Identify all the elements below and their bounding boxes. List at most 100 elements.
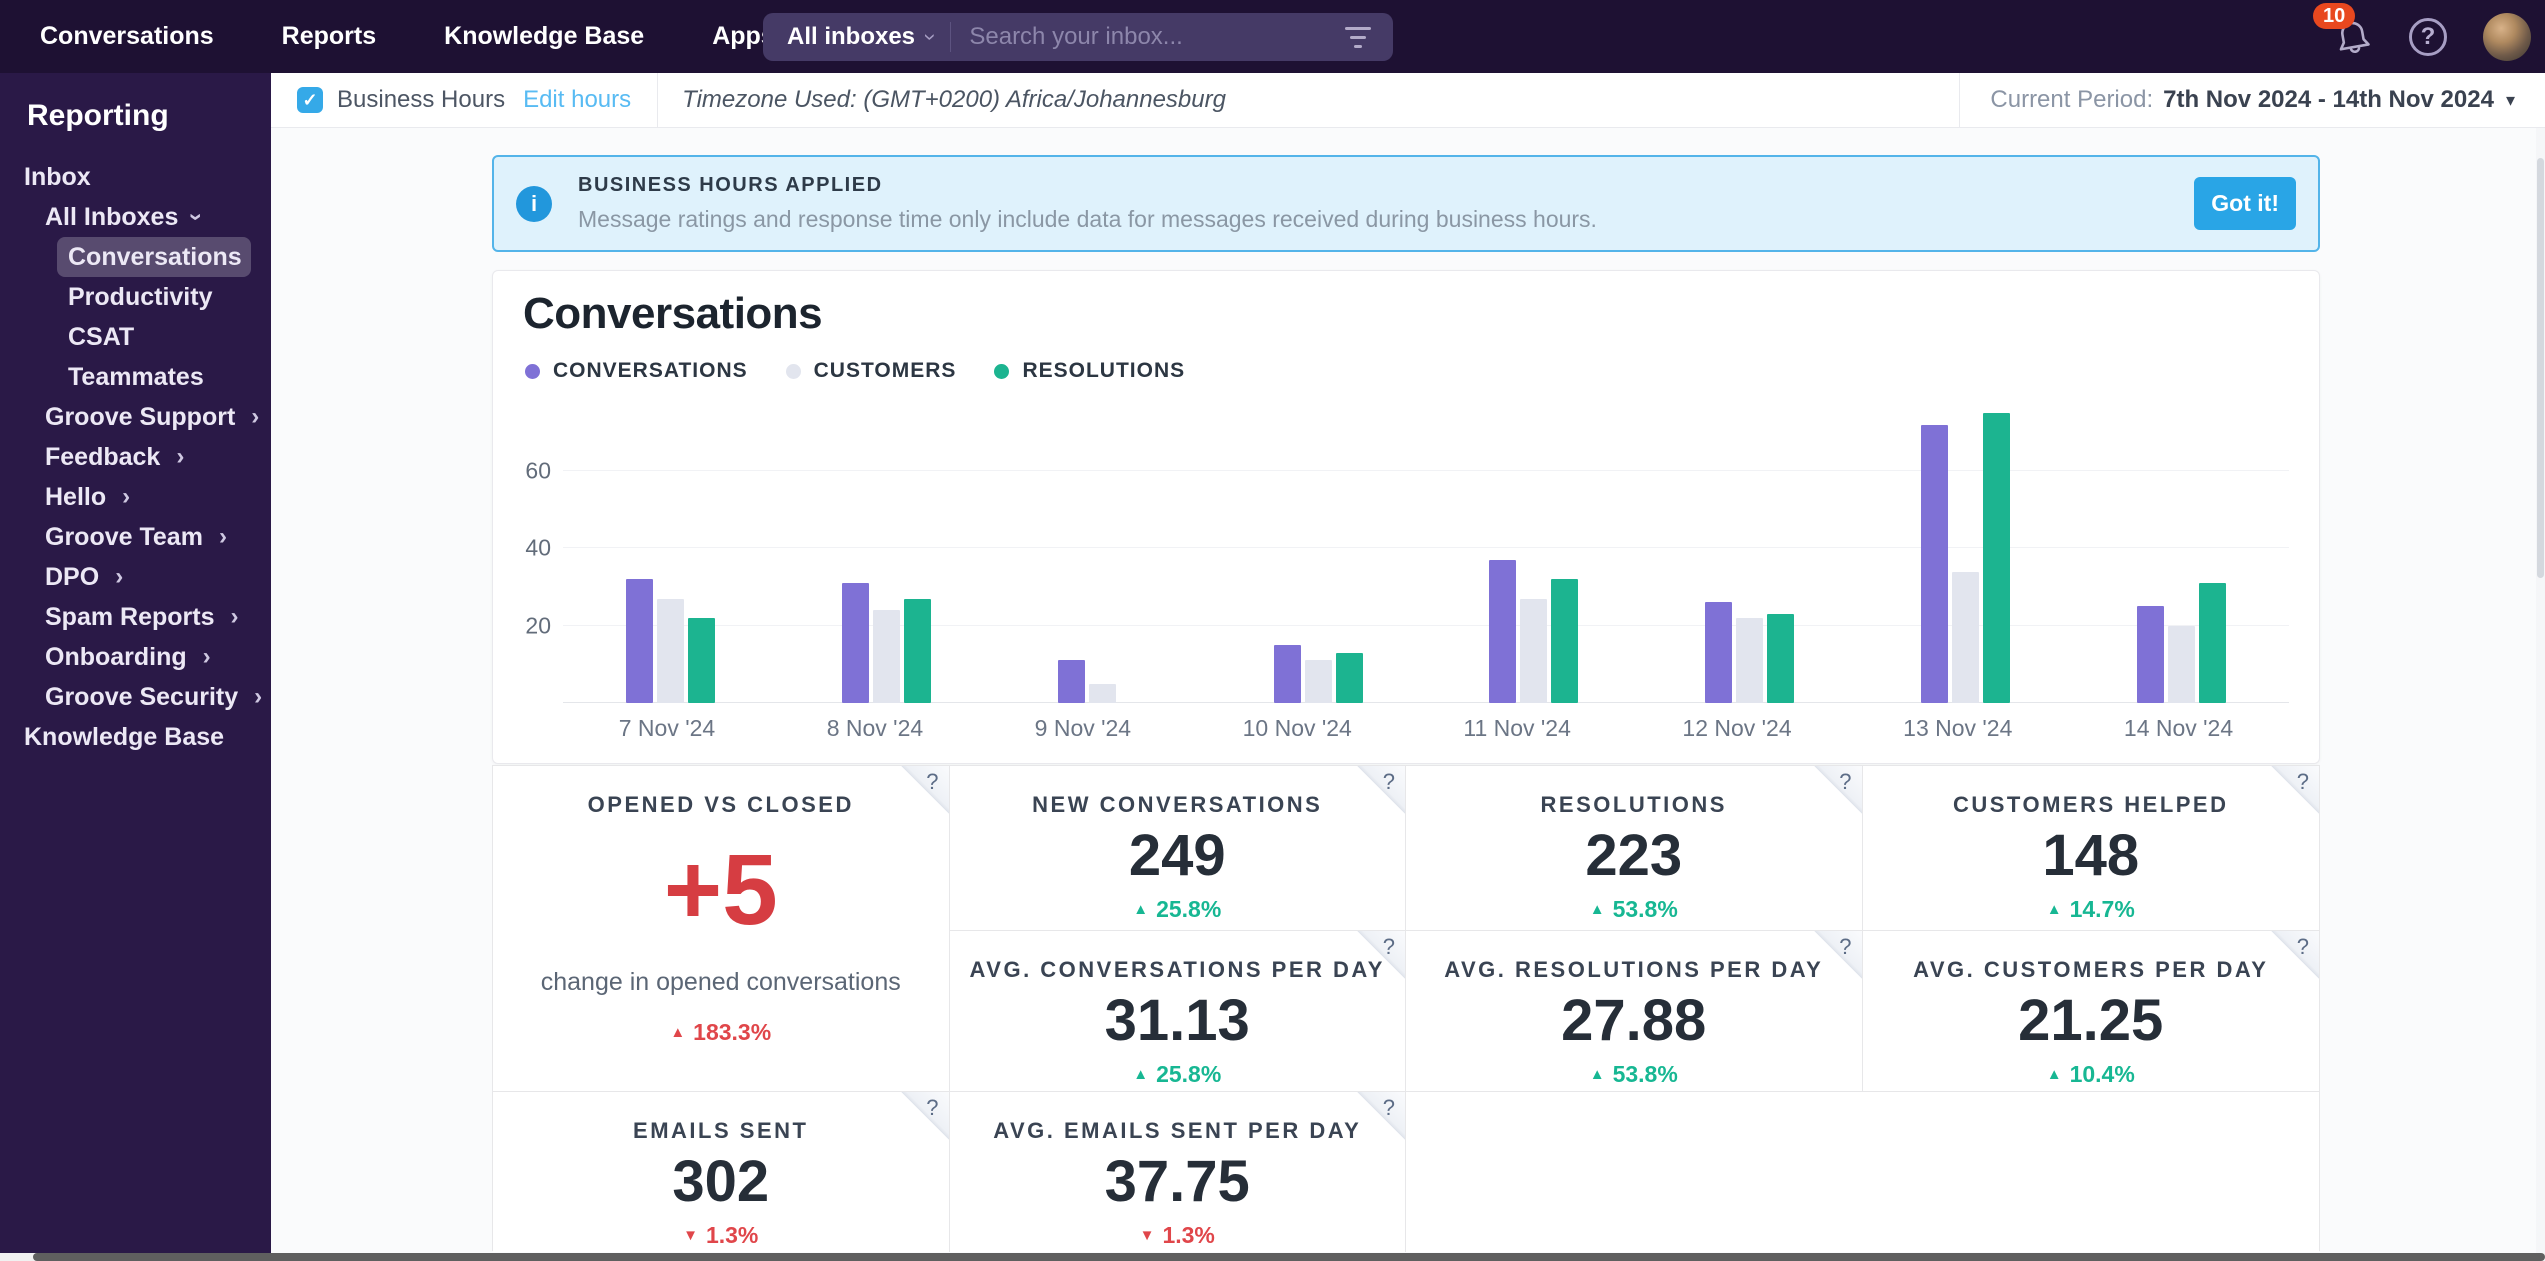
chevron-right-icon: › <box>176 437 184 477</box>
sidebar-item-spam-reports[interactable]: Spam Reports› <box>0 597 271 637</box>
avatar[interactable] <box>2483 13 2531 61</box>
vertical-scrollbar-track[interactable] <box>2536 128 2545 1253</box>
legend-dot <box>786 364 801 379</box>
sidebar-item-label: Knowledge Base <box>24 717 224 757</box>
business-hours-banner: i BUSINESS HOURS APPLIED Message ratings… <box>492 155 2320 252</box>
legend-item-resolutions[interactable]: RESOLUTIONS <box>994 359 1185 383</box>
divider <box>657 73 658 128</box>
period-label: Current Period: <box>1990 86 2153 114</box>
sidebar-item-label: Conversations <box>68 237 242 277</box>
bar-group-11-nov-24 <box>1489 411 1578 703</box>
help-icon[interactable]: ? <box>1357 766 1405 814</box>
help-icon[interactable]: ? <box>1814 766 1862 814</box>
bar-resolutions <box>2199 583 2226 703</box>
sidebar-item-groove-security[interactable]: Groove Security› <box>0 677 271 717</box>
notifications-button[interactable]: 10 <box>2333 17 2373 57</box>
help-icon[interactable]: ? <box>901 766 949 814</box>
stat-change: ▲25.8% <box>1133 1061 1221 1088</box>
stat-caption: change in opened conversations <box>541 968 901 997</box>
trend-arrow-icon: ▲ <box>1590 1066 1605 1083</box>
sidebar-item-label: Groove Support <box>45 397 235 437</box>
nav-item-reports[interactable]: Reports <box>282 22 376 51</box>
bar-conversations <box>1058 660 1085 703</box>
sidebar-item-csat[interactable]: CSAT <box>0 317 271 357</box>
help-icon[interactable]: ? <box>1357 1092 1405 1140</box>
bar-group-12-nov-24 <box>1705 411 1794 703</box>
period-selector[interactable]: Current Period: 7th Nov 2024 - 14th Nov … <box>1959 73 2545 128</box>
sidebar-item-dpo[interactable]: DPO› <box>0 557 271 597</box>
inbox-scope-selector[interactable]: All inboxes › <box>763 23 950 51</box>
bar-resolutions <box>1336 653 1363 703</box>
sidebar-item-label: Inbox <box>24 157 91 197</box>
bar-group-10-nov-24 <box>1274 411 1363 703</box>
business-hours-checkbox[interactable]: ✓ <box>297 87 323 113</box>
stat-change: ▲53.8% <box>1590 896 1678 923</box>
horizontal-scrollbar-track[interactable] <box>0 1253 2545 1261</box>
bar-chart-plot: 204060 <box>563 411 2289 703</box>
horizontal-scrollbar-thumb[interactable] <box>33 1253 2545 1261</box>
nav-item-knowledge-base[interactable]: Knowledge Base <box>444 22 644 51</box>
sidebar-item-groove-support[interactable]: Groove Support› <box>0 397 271 437</box>
chart-title: Conversations <box>523 289 822 339</box>
bar-conversations <box>626 579 653 703</box>
bar-customers <box>1089 684 1116 703</box>
empty-grid-cell <box>1406 1092 1863 1252</box>
bar-group-9-nov-24 <box>1058 411 1147 703</box>
got-it-button[interactable]: Got it! <box>2194 177 2296 230</box>
search-input[interactable] <box>951 22 1345 52</box>
legend-dot <box>525 364 540 379</box>
x-axis-label: 13 Nov '24 <box>1903 715 2012 742</box>
sidebar-item-conversations[interactable]: Conversations <box>57 237 251 277</box>
trend-arrow-icon: ▲ <box>2047 901 2062 918</box>
sidebar-item-label: All Inboxes <box>45 197 178 237</box>
report-settings-bar: ✓ Business Hours Edit hours Timezone Use… <box>271 73 2545 128</box>
sidebar-item-label: Groove Team <box>45 517 203 557</box>
bar-resolutions <box>688 618 715 703</box>
banner-text: BUSINESS HOURS APPLIED Message ratings a… <box>578 174 1597 233</box>
trend-arrow-icon: ▲ <box>670 1024 685 1041</box>
sidebar-item-hello[interactable]: Hello› <box>0 477 271 517</box>
sidebar-item-all-inboxes[interactable]: All Inboxes› <box>0 197 271 237</box>
sidebar-item-inbox[interactable]: Inbox <box>0 157 271 197</box>
banner-body: Message ratings and response time only i… <box>578 206 1597 233</box>
sidebar-item-onboarding[interactable]: Onboarding› <box>0 637 271 677</box>
x-axis-label: 8 Nov '24 <box>827 715 923 742</box>
bar-resolutions <box>1983 413 2010 703</box>
stat-change: ▲183.3% <box>670 1019 771 1046</box>
filter-icon[interactable] <box>1345 27 1371 48</box>
reporting-sidebar: Reporting InboxAll Inboxes›Conversations… <box>0 73 271 1254</box>
stat-card-avg-emails-sent: ? AVG. EMAILS SENT PER DAY 37.75 ▼1.3% <box>950 1092 1407 1252</box>
stat-value: 31.13 <box>1105 989 1250 1053</box>
vertical-scrollbar-thumb[interactable] <box>2537 158 2544 578</box>
stat-value: 27.88 <box>1561 989 1706 1053</box>
sidebar-item-feedback[interactable]: Feedback› <box>0 437 271 477</box>
info-icon: i <box>516 186 552 222</box>
help-icon[interactable]: ? <box>1814 931 1862 979</box>
help-icon[interactable]: ? <box>1357 931 1405 979</box>
help-icon[interactable]: ? <box>2271 766 2319 814</box>
search-bar[interactable]: All inboxes › <box>763 13 1393 61</box>
sidebar-item-teammates[interactable]: Teammates <box>0 357 271 397</box>
bar-customers <box>1736 618 1763 703</box>
legend-item-customers[interactable]: CUSTOMERS <box>786 359 957 383</box>
stat-value: 148 <box>2042 824 2139 888</box>
stat-title: CUSTOMERS HELPED <box>1953 792 2229 818</box>
nav-item-conversations[interactable]: Conversations <box>40 22 214 51</box>
legend-item-conversations[interactable]: CONVERSATIONS <box>525 359 748 383</box>
legend-label: RESOLUTIONS <box>1022 359 1185 383</box>
stat-change: ▲53.8% <box>1590 1061 1678 1088</box>
help-menu-button[interactable]: ? <box>2409 18 2447 56</box>
help-icon[interactable]: ? <box>2271 931 2319 979</box>
stat-card-avg-conversations: ? AVG. CONVERSATIONS PER DAY 31.13 ▲25.8… <box>950 931 1407 1092</box>
sidebar-item-label: Productivity <box>68 277 212 317</box>
sidebar-item-knowledge-base[interactable]: Knowledge Base <box>0 717 271 757</box>
edit-hours-link[interactable]: Edit hours <box>523 86 631 114</box>
help-icon[interactable]: ? <box>901 1092 949 1140</box>
bar-conversations <box>842 583 869 703</box>
sidebar-item-label: Hello <box>45 477 106 517</box>
sidebar-list: InboxAll Inboxes›ConversationsProductivi… <box>0 157 271 757</box>
sidebar-item-productivity[interactable]: Productivity <box>0 277 271 317</box>
main-content: i BUSINESS HOURS APPLIED Message ratings… <box>271 128 2545 1254</box>
sidebar-item-label: Spam Reports <box>45 597 214 637</box>
sidebar-item-groove-team[interactable]: Groove Team› <box>0 517 271 557</box>
